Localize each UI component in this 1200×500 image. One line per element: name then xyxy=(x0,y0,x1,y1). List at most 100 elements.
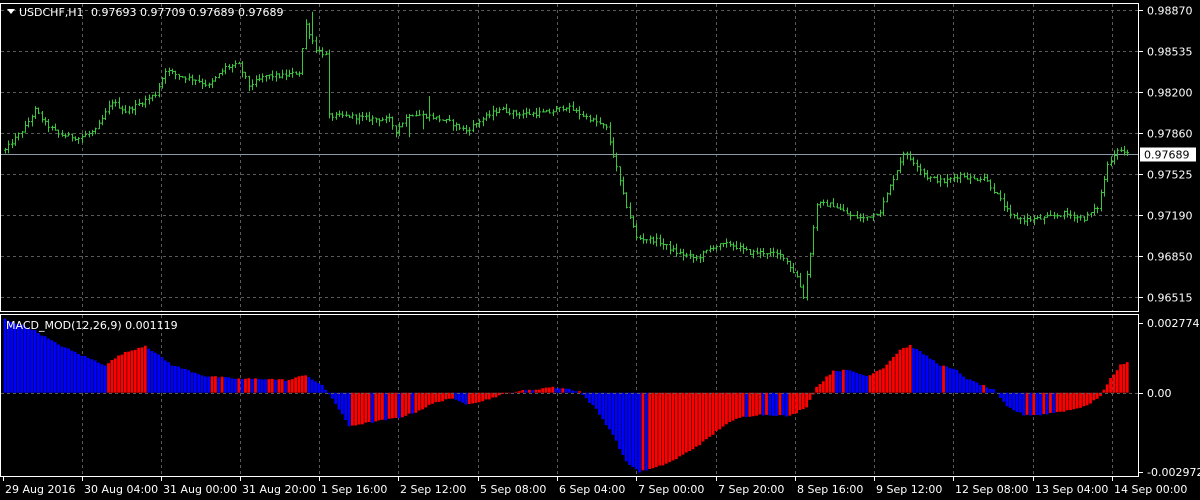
macd-bar xyxy=(925,355,929,393)
macd-bar xyxy=(527,389,531,393)
macd-bar xyxy=(260,379,264,393)
macd-tick-label: 0.00 xyxy=(1147,387,1172,400)
macd-bar xyxy=(367,392,371,422)
macd-bar xyxy=(745,392,748,418)
macd-bar xyxy=(1105,384,1109,393)
macd-bar xyxy=(1049,392,1052,413)
macd-bar xyxy=(1072,392,1076,410)
macd-bar xyxy=(531,390,535,393)
macd-bar xyxy=(180,368,184,393)
macd-bar xyxy=(334,392,338,404)
macd-bar xyxy=(875,371,879,393)
macd-bar xyxy=(1109,378,1112,393)
chart-root: 0.98870 0.98535 0.98200 0.97860 0.97525 0.971… xyxy=(0,0,1200,500)
macd-bar xyxy=(133,349,137,393)
time-tick-label: 1 Sep 16:00 xyxy=(321,483,387,496)
macd-bar xyxy=(73,351,77,393)
macd-bar xyxy=(541,388,545,393)
macd-bar xyxy=(350,392,354,426)
macd-bar xyxy=(411,392,414,414)
macd-bar xyxy=(224,377,227,393)
macd-bar xyxy=(454,392,458,400)
macd-bar xyxy=(421,392,424,410)
macd-bar xyxy=(611,392,615,435)
macd-bar xyxy=(798,392,802,410)
macd-bar xyxy=(197,374,201,393)
macd-bar xyxy=(828,374,832,393)
macd-bar xyxy=(1069,392,1072,411)
macd-bar xyxy=(120,354,124,393)
macd-bar xyxy=(187,370,191,393)
macd-bar xyxy=(778,392,782,416)
macd-bar xyxy=(153,352,157,393)
macd-bar xyxy=(10,321,14,393)
macd-bar xyxy=(304,375,307,393)
macd-bar xyxy=(928,358,932,393)
macd-bar xyxy=(210,376,214,393)
macd-bar xyxy=(614,392,618,441)
macd-bar xyxy=(43,336,47,393)
macd-bar xyxy=(471,392,474,404)
macd-bar xyxy=(785,392,788,417)
macd-bar xyxy=(1075,392,1079,409)
macd-bar xyxy=(815,386,819,393)
macd-bar xyxy=(317,383,321,393)
macd-bar xyxy=(381,392,384,420)
symbol-label: USDCHF,H1 xyxy=(19,6,84,19)
macd-bar xyxy=(658,392,662,466)
macd-bar xyxy=(57,344,60,393)
macd-bar xyxy=(1122,364,1126,393)
macd-bar xyxy=(227,377,231,393)
macd-bar xyxy=(173,366,177,393)
macd-bar xyxy=(1085,392,1089,406)
macd-bar xyxy=(1082,392,1086,407)
macd-indicator-label: MACD_MOD(12,26,9) 0.001119 xyxy=(6,319,178,332)
macd-bar xyxy=(1045,392,1049,415)
macd-bar xyxy=(965,379,969,393)
macd-bar xyxy=(768,392,772,416)
macd-bar xyxy=(337,392,341,410)
macd-bar xyxy=(972,381,975,393)
macd-bar xyxy=(882,368,885,393)
price-tick-label: 0.98200 xyxy=(1147,87,1193,100)
macd-bar xyxy=(651,392,655,469)
macd-bar xyxy=(407,392,411,414)
macd-bar xyxy=(648,392,652,469)
macd-bar xyxy=(63,347,67,393)
macd-bar xyxy=(123,351,127,393)
macd-bar xyxy=(280,379,284,393)
macd-bar xyxy=(1095,392,1099,399)
macd-bar xyxy=(267,379,271,393)
macd-bar xyxy=(190,372,194,393)
macd-bar xyxy=(287,380,291,393)
macd-bar xyxy=(110,359,114,393)
macd-bar xyxy=(644,392,648,471)
macd-bar xyxy=(741,392,745,417)
macd-bar xyxy=(1012,392,1016,411)
macd-bar xyxy=(872,373,875,393)
macd-bar xyxy=(97,362,100,393)
macd-bar xyxy=(571,390,575,393)
macd-bar xyxy=(1002,392,1006,402)
macd-bar xyxy=(67,348,70,393)
macd-bar xyxy=(517,391,521,393)
macd-bar xyxy=(247,378,251,393)
macd-bar xyxy=(861,375,865,393)
time-tick-label: 30 Aug 04:00 xyxy=(84,483,158,496)
macd-bar xyxy=(661,392,665,466)
macd-tick-label: -0.002972 xyxy=(1147,466,1200,479)
macd-bar xyxy=(701,392,705,442)
macd-bar xyxy=(270,378,274,393)
macd-bar xyxy=(324,389,328,393)
macd-bar xyxy=(1018,392,1022,413)
time-tick-label: 29 Aug 2016 xyxy=(5,483,75,496)
macd-bar xyxy=(1039,392,1042,416)
macd-bar xyxy=(434,392,438,403)
macd-bar xyxy=(681,392,685,455)
macd-bar xyxy=(715,392,718,432)
macd-bar xyxy=(1089,392,1092,404)
macd-bar xyxy=(207,376,211,393)
macd-bar xyxy=(30,329,34,393)
macd-bar xyxy=(831,370,835,393)
macd-bar xyxy=(404,392,408,416)
